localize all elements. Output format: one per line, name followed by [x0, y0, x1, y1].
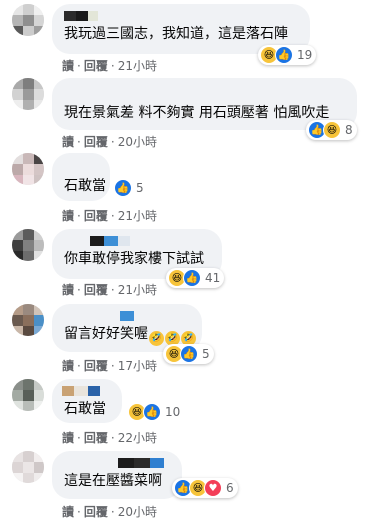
like-icon: 👍: [180, 345, 198, 363]
reaction-summary[interactable]: 👍 😆 ♥ 6: [172, 478, 238, 498]
comment-text: 留言好好笑喔 🤣 🤣 🤣: [64, 325, 196, 346]
reaction-summary[interactable]: 😆 👍 41: [166, 268, 225, 288]
comment-bubble: 這是在壓醬菜啊: [52, 451, 182, 499]
like-icon: 👍: [183, 269, 201, 287]
reaction-summary[interactable]: 👍 5: [112, 178, 148, 198]
comment-actions: 讀 · 回覆 · 21小時: [62, 59, 157, 73]
haha-icon: 😆: [323, 121, 341, 139]
timestamp[interactable]: 21小時: [118, 283, 157, 297]
reply-link[interactable]: 回覆: [84, 431, 108, 445]
comment-text: 這是在壓醬菜啊: [64, 473, 162, 489]
read-link[interactable]: 讀: [62, 283, 74, 297]
avatar[interactable]: [12, 153, 44, 185]
comment-actions: 讀 · 回覆 · 21小時: [62, 283, 157, 297]
reply-link[interactable]: 回覆: [84, 505, 108, 519]
reply-link[interactable]: 回覆: [84, 135, 108, 149]
read-link[interactable]: 讀: [62, 359, 74, 373]
timestamp[interactable]: 22小時: [118, 431, 157, 445]
commenter-name[interactable]: [64, 11, 298, 21]
comment-actions: 讀 · 回覆 · 20小時: [62, 135, 157, 149]
comment-text: 石敢當: [64, 401, 106, 417]
avatar[interactable]: [12, 304, 44, 336]
comment-actions: 讀 · 回覆 · 22小時: [62, 431, 157, 445]
reaction-summary[interactable]: 😆 👍 19: [258, 45, 317, 65]
read-link[interactable]: 讀: [62, 505, 74, 519]
read-link[interactable]: 讀: [62, 431, 74, 445]
reaction-count: 19: [297, 48, 313, 62]
reply-link[interactable]: 回覆: [84, 59, 108, 73]
comment-actions: 讀 · 回覆 · 17小時: [62, 359, 157, 373]
rofl-icon: 🤣: [149, 331, 164, 346]
reply-link[interactable]: 回覆: [84, 209, 108, 223]
comment-text: 你車敢停我家樓下試試: [64, 251, 204, 267]
commenter-name[interactable]: [90, 236, 210, 246]
comment-actions: 讀 · 回覆 · 20小時: [62, 505, 157, 519]
avatar[interactable]: [12, 229, 44, 261]
reaction-count: 8: [345, 123, 353, 137]
read-link[interactable]: 讀: [62, 59, 74, 73]
like-icon: 👍: [143, 403, 161, 421]
avatar[interactable]: [12, 78, 44, 110]
comment-actions: 讀 · 回覆 · 21小時: [62, 209, 157, 223]
commenter-name[interactable]: [62, 386, 110, 396]
like-icon: 👍: [275, 46, 293, 64]
avatar[interactable]: [12, 379, 44, 411]
comment-bubble: 石敢當: [52, 379, 122, 423]
reaction-count: 5: [202, 347, 210, 361]
love-icon: ♥: [204, 479, 222, 497]
reply-link[interactable]: 回覆: [84, 283, 108, 297]
comment-text: 現在景氣差 料不夠實 用石頭壓著 怕風吹走: [64, 105, 330, 121]
comment-text: 石敢當: [64, 178, 106, 194]
reaction-summary[interactable]: 😆 👍 10: [126, 402, 184, 422]
comment-text: 我玩過三國志，我知道，這是落石陣: [64, 26, 288, 42]
avatar[interactable]: [12, 451, 44, 483]
reaction-summary[interactable]: 👍 😆 8: [306, 120, 357, 140]
reaction-count: 6: [226, 481, 234, 495]
avatar[interactable]: [12, 4, 44, 36]
reaction-count: 5: [136, 181, 144, 195]
read-link[interactable]: 讀: [62, 135, 74, 149]
comment-bubble: 石敢當: [52, 153, 110, 201]
timestamp[interactable]: 21小時: [118, 59, 157, 73]
reaction-summary[interactable]: 😆 👍 5: [163, 344, 214, 364]
timestamp[interactable]: 17小時: [118, 359, 157, 373]
commenter-name[interactable]: [120, 311, 190, 321]
read-link[interactable]: 讀: [62, 209, 74, 223]
reply-link[interactable]: 回覆: [84, 359, 108, 373]
like-icon: 👍: [114, 179, 132, 197]
timestamp[interactable]: 20小時: [118, 505, 157, 519]
timestamp[interactable]: 21小時: [118, 209, 157, 223]
reaction-count: 10: [165, 405, 181, 419]
commenter-name[interactable]: [118, 458, 170, 468]
reaction-count: 41: [205, 271, 221, 285]
timestamp[interactable]: 20小時: [118, 135, 157, 149]
